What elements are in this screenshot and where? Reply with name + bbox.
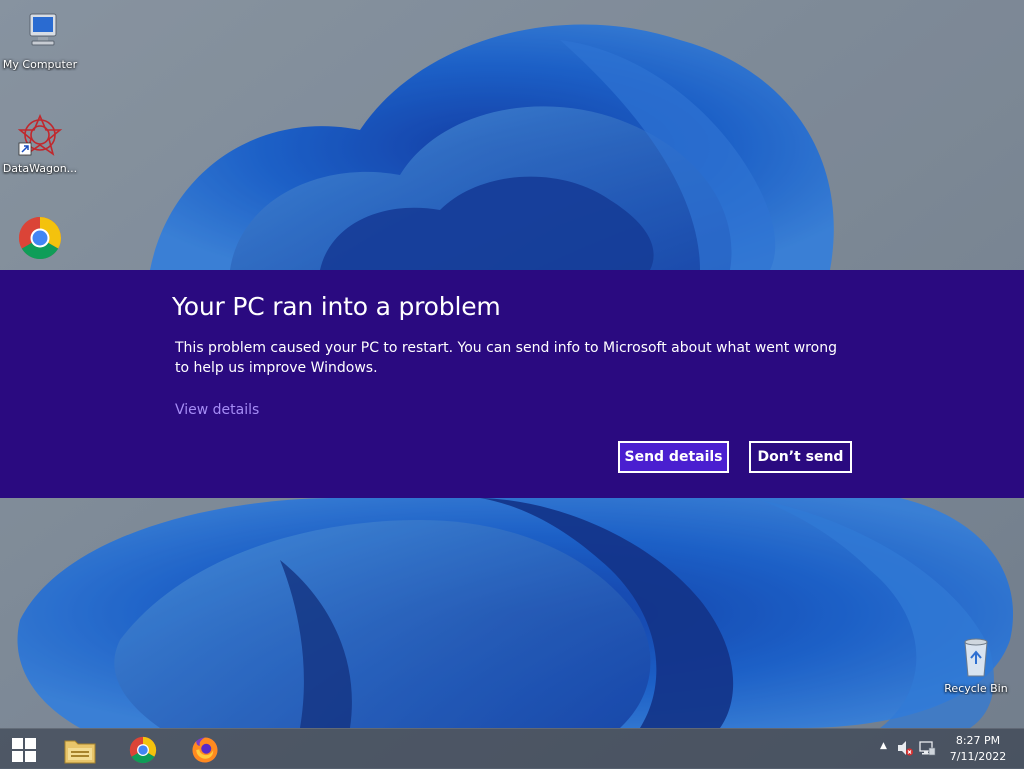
firefox-icon [192, 737, 218, 763]
desktop-icon-my-computer[interactable]: My Computer [0, 8, 80, 71]
problem-dialog-panel [0, 270, 1024, 498]
dialog-title: Your PC ran into a problem [172, 292, 501, 321]
desktop-icon-label: DataWagon... [2, 162, 78, 175]
taskbar-file-explorer[interactable] [58, 733, 102, 767]
dialog-message: This problem caused your PC to restart. … [175, 340, 837, 376]
desktop-icon-label: My Computer [2, 58, 78, 71]
system-clock[interactable]: 8:27 PM 7/11/2022 [948, 733, 1008, 765]
show-hidden-icons-arrow[interactable]: ▲ [880, 741, 887, 751]
system-tray: ▲ 8:27 PM 7/11/2022 [864, 729, 1024, 769]
chrome-icon [16, 214, 64, 262]
desktop-icon-datawagon[interactable]: DataWagon... [0, 112, 80, 175]
desktop-icon-label: Recycle Bin [944, 682, 1008, 695]
taskbar-chrome[interactable] [121, 733, 165, 767]
recycle-bin-icon [952, 632, 1000, 680]
chrome-icon [129, 736, 157, 764]
dont-send-button[interactable]: Don’t send [749, 441, 852, 473]
taskbar: ▲ 8:27 PM 7/11/2022 [0, 728, 1024, 769]
desktop-icon-chrome[interactable] [0, 214, 80, 264]
clock-time: 8:27 PM [955, 734, 1001, 747]
view-details-link[interactable]: View details [175, 402, 259, 418]
network-icon[interactable] [918, 739, 936, 761]
taskbar-firefox[interactable] [183, 733, 227, 767]
volume-muted-icon[interactable] [896, 739, 914, 761]
datawagon-icon [16, 112, 64, 160]
desktop-icon-recycle-bin[interactable]: Recycle Bin [936, 632, 1016, 695]
start-icon [12, 738, 36, 762]
file-explorer-icon [64, 740, 96, 764]
clock-date: 7/11/2022 [949, 750, 1007, 763]
computer-icon [16, 8, 64, 56]
start-button[interactable] [2, 733, 46, 767]
send-details-button[interactable]: Send details [618, 441, 729, 473]
